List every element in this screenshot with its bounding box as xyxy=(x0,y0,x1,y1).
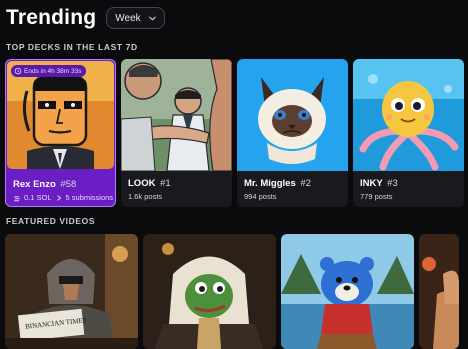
video-thumbnail: BINANCIAN TIMES xyxy=(5,234,138,349)
deck-timer-badge: Ends in 4h 38m 33s xyxy=(11,65,87,77)
deck-card-inky[interactable]: INKY #3 779 posts xyxy=(353,59,464,207)
featured-videos-row: BINANCIAN TIMES xyxy=(5,234,459,349)
featured-videos-heading: FEATURED VIDEOS xyxy=(6,216,96,226)
deck-card-mr-miggles[interactable]: Mr. Miggles #2 994 posts xyxy=(237,59,348,207)
deck-card-rex-enzo[interactable]: Ends in 4h 38m 33s Rex Enzo #58 0.1 SOL … xyxy=(5,59,116,207)
video-card-pepe[interactable] xyxy=(143,234,276,349)
deck-amount: 0.1 SOL xyxy=(24,193,52,202)
video-thumbnail xyxy=(281,234,414,349)
page-title: Trending xyxy=(6,6,97,29)
video-thumbnail xyxy=(143,234,276,349)
deck-name: LOOK #1 xyxy=(128,178,171,189)
period-select[interactable]: Week xyxy=(106,7,166,29)
deck-posts: 994 posts xyxy=(244,192,277,201)
deck-image xyxy=(353,59,464,171)
deck-posts: 1.6k posts xyxy=(128,192,163,201)
coin-icon xyxy=(13,195,21,201)
deck-card-look[interactable]: LOOK #1 1.6k posts xyxy=(121,59,232,207)
deck-image xyxy=(7,61,114,169)
video-card-partial[interactable] xyxy=(419,234,459,349)
top-decks-row: Ends in 4h 38m 33s Rex Enzo #58 0.1 SOL … xyxy=(5,59,464,207)
deck-submissions: 5 submissions xyxy=(65,193,114,202)
video-card-bear[interactable] xyxy=(281,234,414,349)
page-header: Trending Week xyxy=(6,6,166,30)
deck-timer-text: Ends in 4h 38m 33s xyxy=(24,67,82,75)
period-select-value: Week xyxy=(115,12,141,24)
chevron-down-icon xyxy=(149,16,157,21)
deck-name: INKY #3 xyxy=(360,178,398,189)
clock-icon xyxy=(14,67,22,75)
video-thumbnail xyxy=(419,234,459,349)
deck-image xyxy=(237,59,348,171)
deck-posts: 779 posts xyxy=(360,192,393,201)
deck-meta: 0.1 SOL 5 submissions xyxy=(13,193,113,202)
deck-image xyxy=(121,59,232,171)
arrow-icon xyxy=(56,194,61,201)
deck-name: Rex Enzo #58 xyxy=(13,179,77,190)
video-card-spartan[interactable]: BINANCIAN TIMES xyxy=(5,234,138,349)
deck-name: Mr. Miggles #2 xyxy=(244,178,311,189)
top-decks-heading: TOP DECKS IN THE LAST 7D xyxy=(6,42,138,52)
